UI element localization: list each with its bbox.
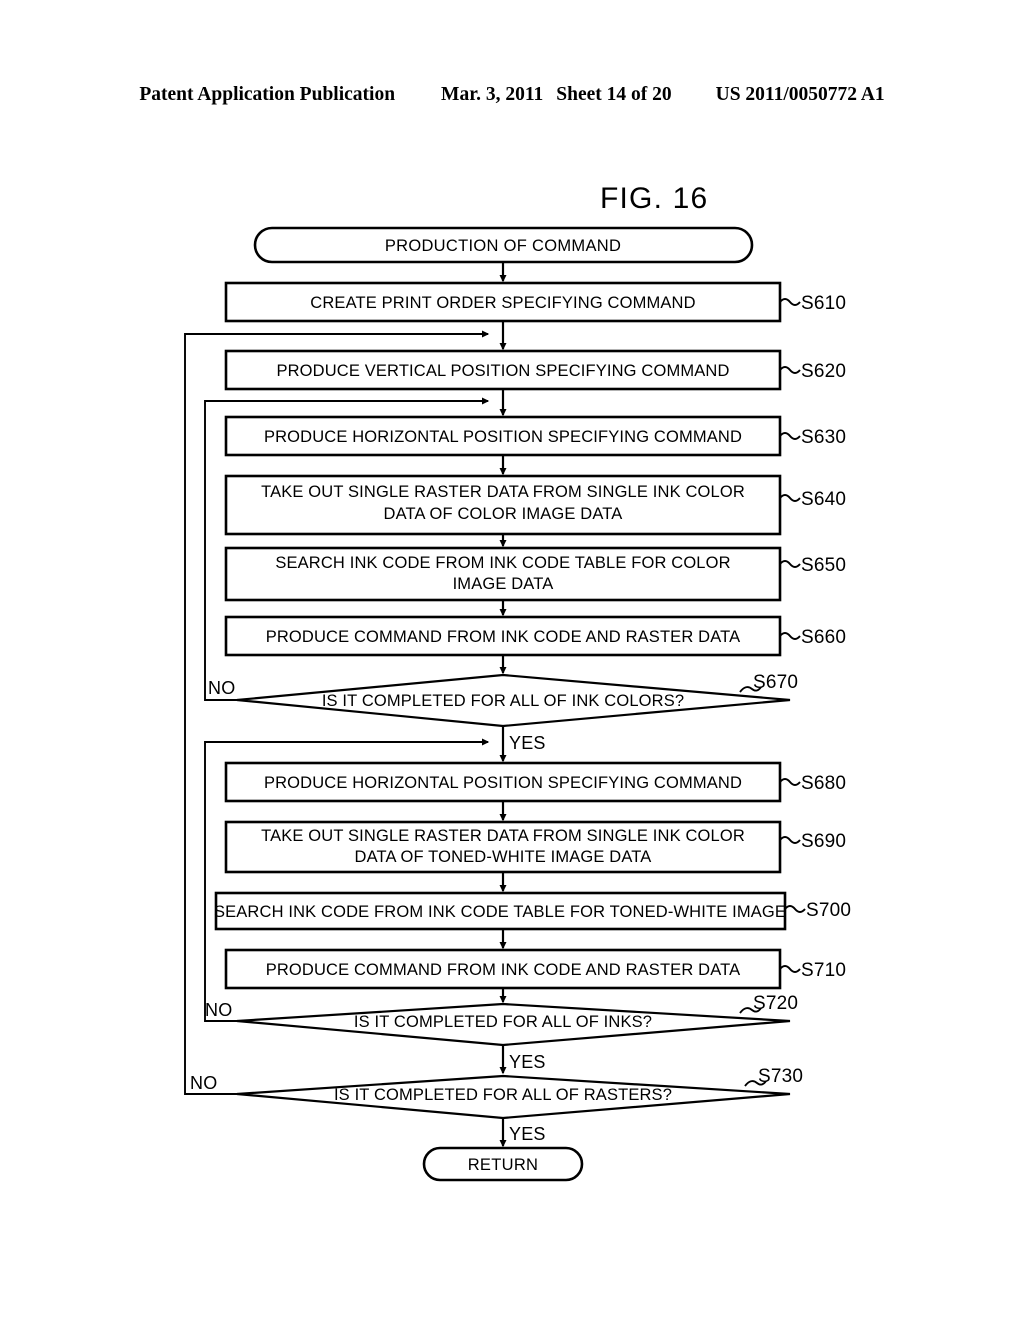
terminator-return[interactable]: RETURN (422, 1146, 584, 1182)
process-s610-label: CREATE PRINT ORDER SPECIFYING COMMAND (310, 294, 695, 312)
step-ref-s670-label: S670 (753, 672, 798, 693)
step-ref-s720-label: S720 (753, 993, 798, 1014)
tilde-icon-s710 (779, 965, 801, 973)
step-ref-s710: S710 (779, 960, 846, 981)
process-s620[interactable]: PRODUCE VERTICAL POSITION SPECIFYING COM… (224, 349, 782, 391)
process-s690-label-line2: DATA OF TONED-WHITE IMAGE DATA (355, 848, 652, 866)
step-ref-s690-label: S690 (801, 831, 846, 852)
process-s660[interactable]: PRODUCE COMMAND FROM INK CODE AND RASTER… (224, 615, 782, 657)
step-ref-s710-label: S710 (801, 960, 846, 981)
step-ref-s650-label: S650 (801, 555, 846, 576)
process-s640[interactable]: TAKE OUT SINGLE RASTER DATA FROM SINGLE … (224, 474, 782, 536)
tilde-icon-s690 (779, 836, 801, 844)
step-ref-s620-label: S620 (801, 361, 846, 382)
tilde-icon-s700 (784, 905, 806, 913)
step-ref-s730-label: S730 (758, 1066, 803, 1087)
tilde-icon-s650 (779, 560, 801, 568)
decision-s720-label: IS IT COMPLETED FOR ALL OF INKS? (354, 1013, 652, 1031)
step-ref-s610: S610 (779, 293, 846, 314)
process-s710[interactable]: PRODUCE COMMAND FROM INK CODE AND RASTER… (224, 948, 782, 990)
decision-s720[interactable]: IS IT COMPLETED FOR ALL OF INKS? (236, 1002, 791, 1047)
tilde-icon-s610 (779, 298, 801, 306)
flowchart-diagram: PRODUCTION OF COMMAND CREATE PRINT ORDER… (184, 226, 851, 1182)
decision-s670[interactable]: IS IT COMPLETED FOR ALL OF INK COLORS? (236, 673, 791, 728)
process-s650[interactable]: SEARCH INK CODE FROM INK CODE TABLE FOR … (224, 546, 782, 602)
terminator-start[interactable]: PRODUCTION OF COMMAND (253, 226, 754, 264)
decision-s730-label: IS IT COMPLETED FOR ALL OF RASTERS? (334, 1086, 672, 1104)
process-s680-label: PRODUCE HORIZONTAL POSITION SPECIFYING C… (264, 774, 742, 792)
step-ref-s690: S690 (779, 831, 846, 852)
process-s690[interactable]: TAKE OUT SINGLE RASTER DATA FROM SINGLE … (224, 820, 782, 874)
step-ref-s700-label: S700 (806, 900, 851, 921)
tilde-icon-s640 (779, 494, 801, 502)
process-s640-label-line1: TAKE OUT SINGLE RASTER DATA FROM SINGLE … (261, 483, 745, 501)
process-s660-label: PRODUCE COMMAND FROM INK CODE AND RASTER… (266, 628, 741, 646)
step-ref-s660-label: S660 (801, 627, 846, 648)
process-s650-label-line1: SEARCH INK CODE FROM INK CODE TABLE FOR … (275, 554, 730, 572)
branch-label-no-s720: NO (205, 1000, 232, 1020)
process-s700-label: SEARCH INK CODE FROM INK CODE TABLE FOR … (214, 903, 786, 921)
tilde-icon-s680 (779, 778, 801, 786)
tilde-icon-s620 (779, 366, 801, 374)
step-ref-s730: S730 (744, 1066, 803, 1087)
tilde-icon-s630 (779, 432, 801, 440)
step-ref-s680: S680 (779, 773, 846, 794)
process-s710-label: PRODUCE COMMAND FROM INK CODE AND RASTER… (266, 961, 741, 979)
branch-label-yes-s730: YES (509, 1124, 546, 1144)
step-ref-s640: S640 (779, 489, 846, 510)
process-s630-label: PRODUCE HORIZONTAL POSITION SPECIFYING C… (264, 428, 742, 446)
process-s640-label-line2: DATA OF COLOR IMAGE DATA (384, 505, 623, 523)
step-ref-s660: S660 (779, 627, 846, 648)
branch-label-no-s730: NO (190, 1073, 217, 1093)
branch-label-yes-s670: YES (509, 733, 546, 753)
terminator-return-label: RETURN (468, 1156, 539, 1174)
branch-label-yes-s720: YES (509, 1052, 546, 1072)
step-ref-s680-label: S680 (801, 773, 846, 794)
process-s690-label-line1: TAKE OUT SINGLE RASTER DATA FROM SINGLE … (261, 827, 745, 845)
patent-page: Patent Application Publication Mar. 3, 2… (0, 0, 1024, 1320)
process-s620-label: PRODUCE VERTICAL POSITION SPECIFYING COM… (276, 362, 729, 380)
process-s610[interactable]: CREATE PRINT ORDER SPECIFYING COMMAND (224, 281, 782, 323)
step-ref-s610-label: S610 (801, 293, 846, 314)
process-s700[interactable]: SEARCH INK CODE FROM INK CODE TABLE FOR … (214, 891, 787, 931)
process-s680[interactable]: PRODUCE HORIZONTAL POSITION SPECIFYING C… (224, 761, 782, 803)
decision-s670-label: IS IT COMPLETED FOR ALL OF INK COLORS? (322, 692, 684, 710)
step-ref-s670: S670 (739, 672, 798, 693)
tilde-icon-s660 (779, 632, 801, 640)
step-ref-s640-label: S640 (801, 489, 846, 510)
step-ref-s630: S630 (779, 427, 846, 448)
step-ref-s700: S700 (784, 900, 851, 921)
step-ref-s720: S720 (739, 993, 798, 1014)
process-s650-label-line2: IMAGE DATA (453, 575, 554, 593)
step-ref-s650: S650 (779, 555, 846, 576)
step-ref-s620: S620 (779, 361, 846, 382)
process-s630[interactable]: PRODUCE HORIZONTAL POSITION SPECIFYING C… (224, 415, 782, 457)
terminator-start-label: PRODUCTION OF COMMAND (385, 237, 621, 255)
branch-label-no-s670: NO (208, 678, 235, 698)
decision-s730[interactable]: IS IT COMPLETED FOR ALL OF RASTERS? (236, 1074, 791, 1120)
step-ref-s630-label: S630 (801, 427, 846, 448)
